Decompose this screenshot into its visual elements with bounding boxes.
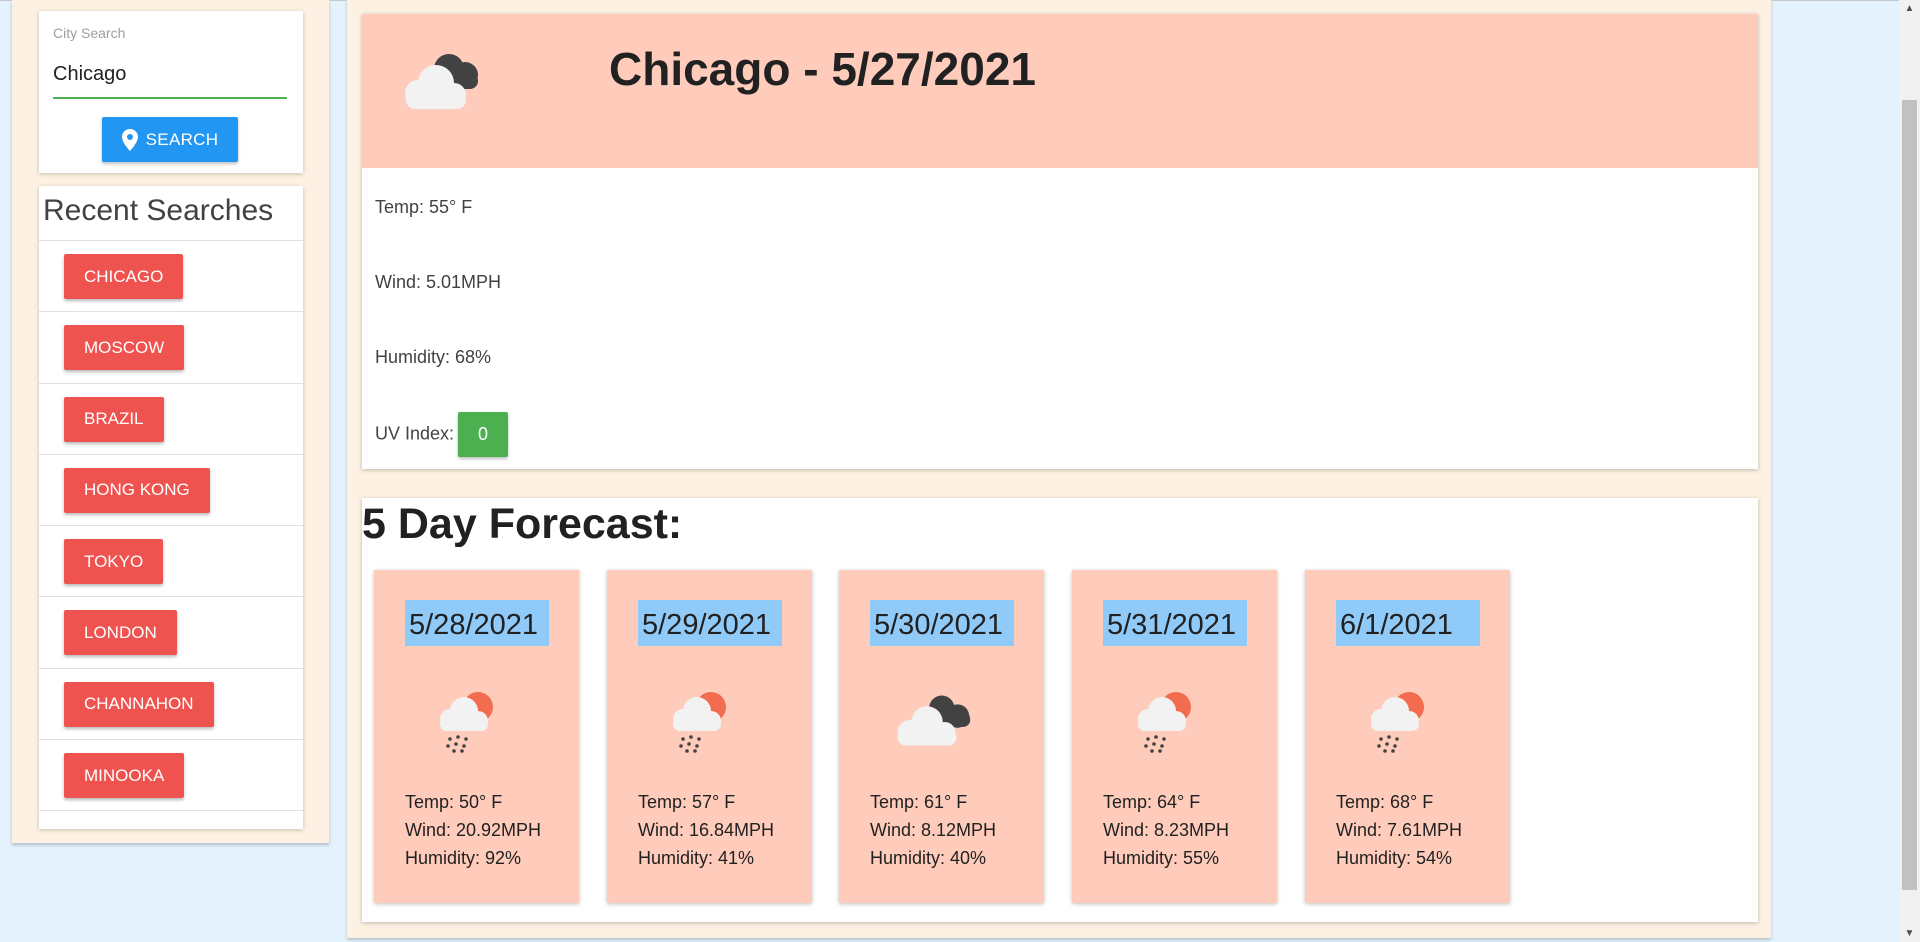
forecast-title: 5 Day Forecast:: [362, 500, 683, 548]
forecast-wind: Wind: 20.92MPH: [405, 820, 542, 840]
rain-sun-icon: [440, 692, 493, 753]
forecast-day-card: 5/30/2021 Temp: 61° F Wind: 8.12MPH Humi…: [839, 570, 1044, 903]
forecast-date: 5/31/2021: [1103, 600, 1247, 646]
sidebar: City Search SEARCH Recent Searches CHICA…: [12, 0, 329, 843]
forecast-day-card: 5/31/2021 Temp: 64° F Wind: 8.23MPH Humi…: [1072, 570, 1277, 903]
search-button[interactable]: SEARCH: [102, 117, 238, 162]
forecast-day-card: 5/29/2021 Temp: 57° F Wind: 16.84MPH Hum…: [607, 570, 812, 903]
list-item: MINOOKA: [39, 740, 303, 812]
recent-search-button[interactable]: MOSCOW: [64, 325, 185, 371]
list-item: LONDON: [39, 597, 303, 669]
uv-index-label: UV Index:: [375, 423, 455, 444]
city-search-label: City Search: [53, 25, 126, 41]
forecast-temp: Temp: 50° F: [405, 792, 503, 812]
forecast-temp: Temp: 61° F: [870, 792, 968, 812]
current-temp: Temp: 55° F: [375, 197, 473, 217]
city-search-card: City Search SEARCH: [39, 11, 303, 173]
forecast-wind: Wind: 7.61MPH: [1336, 820, 1463, 840]
recent-search-button[interactable]: HONG KONG: [64, 467, 210, 513]
forecast-wind: Wind: 8.23MPH: [1103, 820, 1230, 840]
list-item: CHANNAHON: [39, 669, 303, 741]
forecast-temp: Temp: 57° F: [638, 792, 736, 812]
current-uv-index: UV Index: 0: [375, 412, 509, 457]
cloudy-icon: [405, 54, 478, 109]
page-scrollbar[interactable]: ▲ ▼: [1899, 0, 1920, 942]
rain-sun-icon: [673, 692, 726, 753]
recent-searches-title: Recent Searches: [43, 194, 274, 227]
recent-searches-list: CHICAGO MOSCOW BRAZIL HONG KONG TOKYO LO…: [39, 240, 303, 812]
recent-search-button[interactable]: TOKYO: [64, 539, 164, 585]
forecast-day-card: 5/28/2021 Temp: 50° F Wind: 20.92MPH Hum…: [374, 570, 579, 903]
forecast-temp: Temp: 68° F: [1336, 792, 1434, 812]
forecast-humidity: Humidity: 92%: [405, 848, 522, 868]
current-wind: Wind: 5.01MPH: [375, 272, 502, 292]
list-item: MOSCOW: [39, 312, 303, 384]
five-day-forecast-card: 5 Day Forecast: 5/28/2021 Temp: 50° F Wi…: [362, 498, 1758, 922]
forecast-wind: Wind: 8.12MPH: [870, 820, 997, 840]
forecast-humidity: Humidity: 54%: [1336, 848, 1453, 868]
current-city-date-title: Chicago - 5/27/2021: [609, 43, 1036, 95]
list-item: HONG KONG: [39, 455, 303, 527]
forecast-date: 5/29/2021: [638, 600, 782, 646]
recent-search-button[interactable]: CHANNAHON: [64, 681, 214, 727]
search-button-label: SEARCH: [145, 129, 219, 149]
current-humidity: Humidity: 68%: [375, 347, 492, 367]
forecast-day-card: 6/1/2021 Temp: 68° F Wind: 7.61MPH Humid…: [1305, 570, 1510, 903]
recent-searches-card: Recent Searches CHICAGO MOSCOW BRAZIL HO…: [39, 186, 303, 829]
recent-search-button[interactable]: MINOOKA: [64, 753, 185, 799]
city-search-input[interactable]: [53, 51, 287, 99]
recent-search-button[interactable]: LONDON: [64, 610, 177, 656]
rain-sun-icon: [1138, 692, 1191, 753]
forecast-humidity: Humidity: 55%: [1103, 848, 1220, 868]
cloudy-icon: [897, 695, 971, 746]
current-weather-header: Chicago - 5/27/2021: [362, 14, 1758, 168]
forecast-date: 5/28/2021: [405, 600, 549, 646]
forecast-date: 5/30/2021: [870, 600, 1014, 646]
scroll-down-arrow-icon[interactable]: ▼: [1899, 925, 1920, 942]
main-content: Chicago - 5/27/2021 Temp: 55° F Wind: 5.…: [347, 0, 1771, 938]
current-weather-card: Chicago - 5/27/2021 Temp: 55° F Wind: 5.…: [362, 14, 1758, 469]
list-item: BRAZIL: [39, 384, 303, 455]
uv-index-badge: 0: [458, 412, 509, 457]
list-item: TOKYO: [39, 526, 303, 598]
forecast-humidity: Humidity: 41%: [638, 848, 755, 868]
rain-sun-icon: [1371, 692, 1424, 753]
forecast-wind: Wind: 16.84MPH: [638, 820, 775, 840]
map-pin-icon: [121, 128, 138, 151]
list-item: CHICAGO: [39, 241, 303, 313]
forecast-humidity: Humidity: 40%: [870, 848, 987, 868]
scroll-up-arrow-icon[interactable]: ▲: [1899, 0, 1920, 17]
recent-search-button[interactable]: CHICAGO: [64, 254, 184, 299]
recent-search-button[interactable]: BRAZIL: [64, 396, 164, 442]
forecast-date: 6/1/2021: [1336, 600, 1480, 646]
scrollbar-thumb[interactable]: [1902, 100, 1917, 890]
forecast-temp: Temp: 64° F: [1103, 792, 1201, 812]
